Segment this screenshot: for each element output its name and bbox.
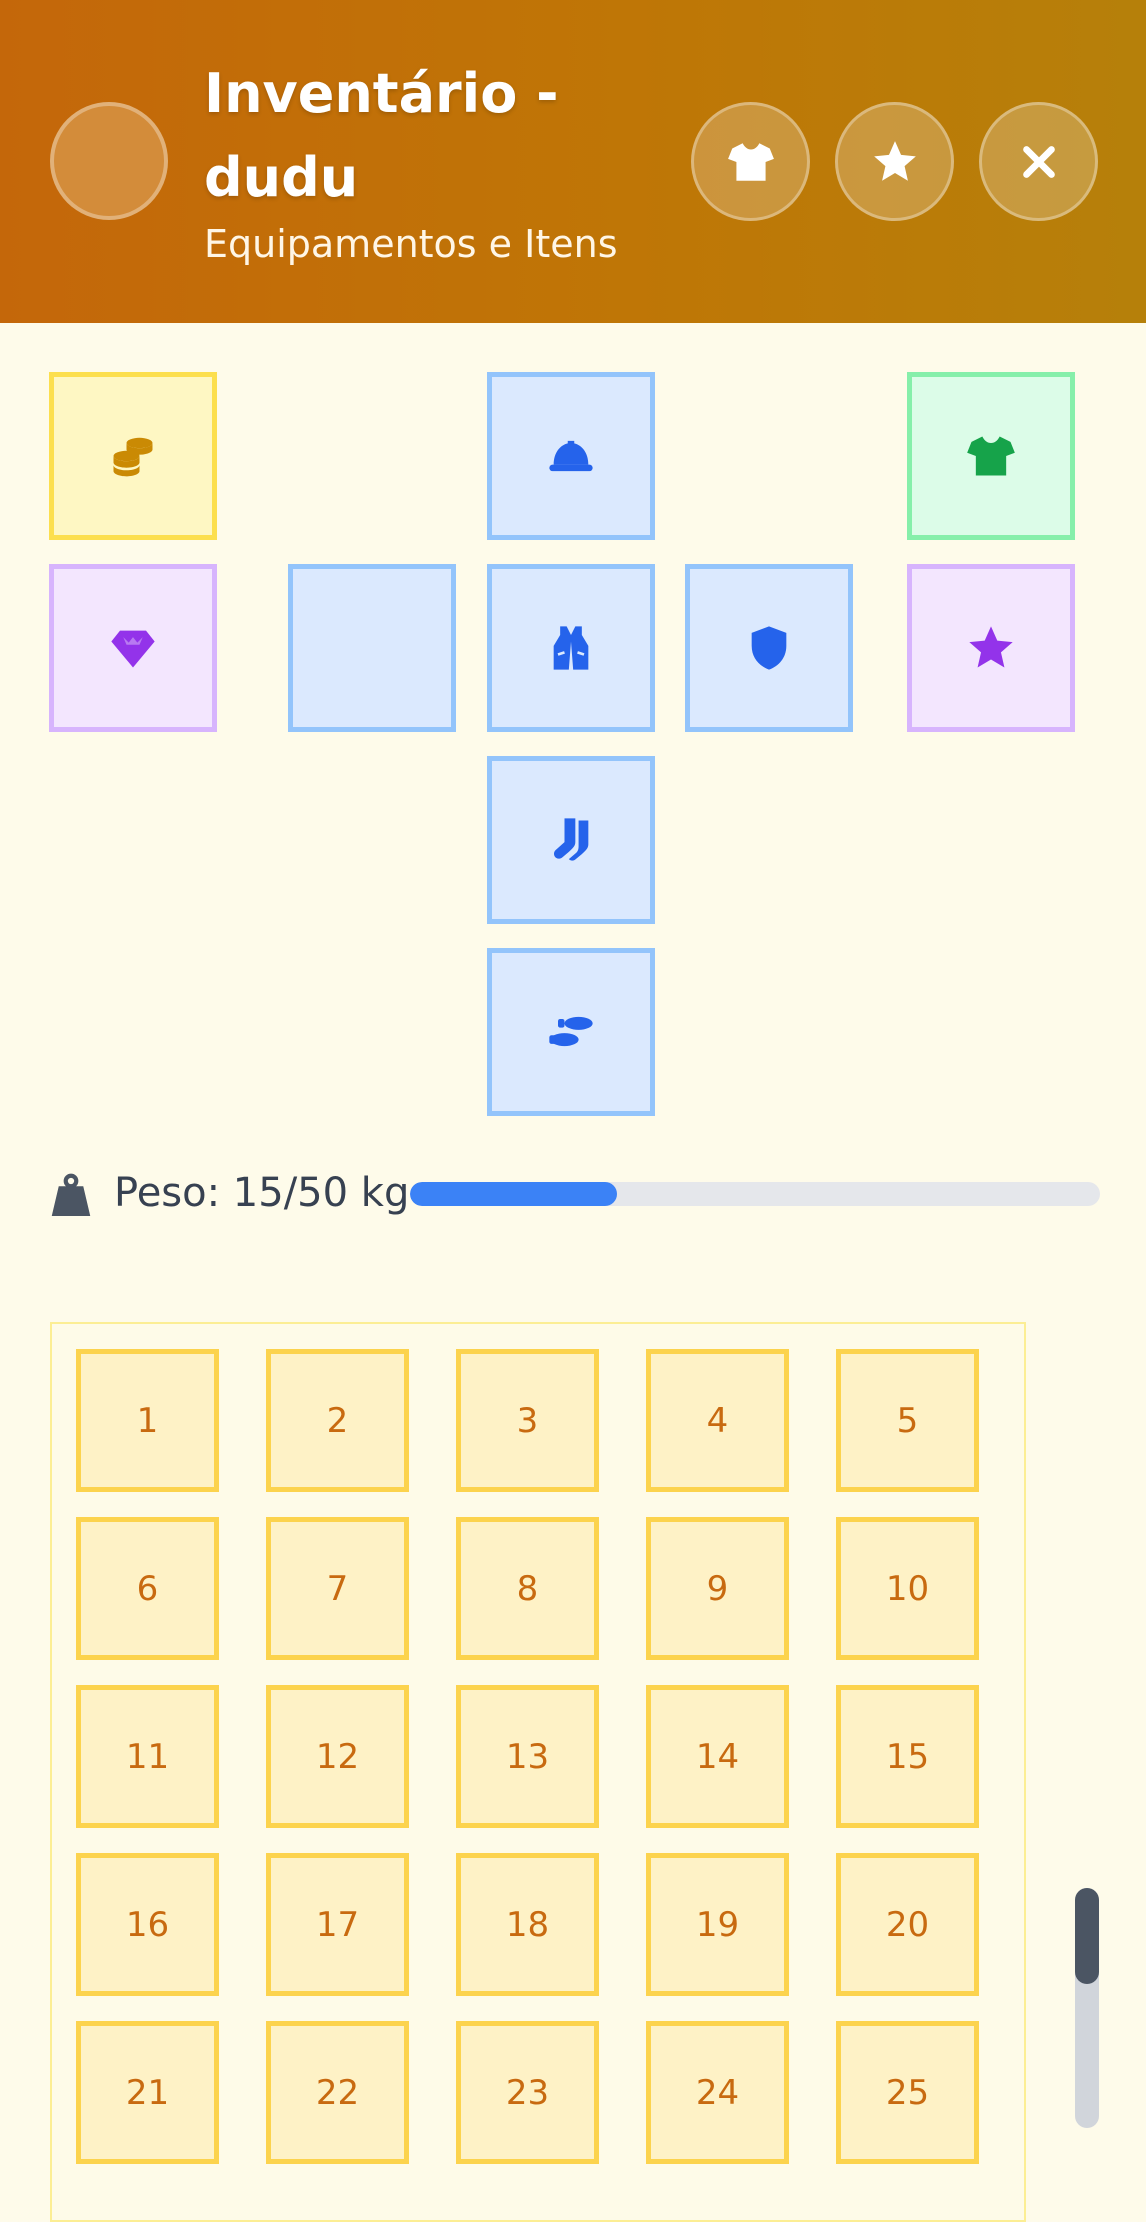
inventory-slot[interactable]: 3 bbox=[456, 1349, 599, 1492]
shoe-prints-icon bbox=[549, 1016, 593, 1047]
tshirt-icon bbox=[727, 142, 774, 181]
inventory-slot[interactable]: 7 bbox=[266, 1517, 409, 1660]
inventory-slot[interactable]: 15 bbox=[836, 1685, 979, 1828]
vest-icon bbox=[553, 626, 589, 670]
star-icon bbox=[969, 626, 1013, 668]
inventory-slot[interactable]: 5 bbox=[836, 1349, 979, 1492]
weight-icon bbox=[50, 1172, 92, 1218]
inventory-slot[interactable]: 23 bbox=[456, 2021, 599, 2164]
left-hand-slot[interactable] bbox=[288, 564, 456, 732]
inventory-slot[interactable]: 9 bbox=[646, 1517, 789, 1660]
gem-icon bbox=[111, 630, 155, 668]
shirt-slot[interactable] bbox=[907, 372, 1075, 540]
money-slot[interactable] bbox=[49, 372, 217, 540]
gem-slot[interactable] bbox=[49, 564, 217, 732]
inventory-slot[interactable]: 8 bbox=[456, 1517, 599, 1660]
socks-icon bbox=[554, 818, 589, 861]
shield-slot[interactable] bbox=[685, 564, 853, 732]
inventory-slot[interactable]: 19 bbox=[646, 1853, 789, 1996]
close-icon bbox=[1022, 145, 1055, 178]
avatar bbox=[50, 102, 168, 220]
inventory-slot[interactable]: 25 bbox=[836, 2021, 979, 2164]
outfit-button[interactable] bbox=[691, 102, 810, 221]
page-title: Inventário - dudu bbox=[204, 62, 559, 209]
inventory-slot[interactable]: 21 bbox=[76, 2021, 219, 2164]
hard-hat-icon bbox=[549, 440, 593, 472]
inventory-slot[interactable]: 4 bbox=[646, 1349, 789, 1492]
inventory-slot[interactable]: 20 bbox=[836, 1853, 979, 1996]
inventory-slot[interactable]: 12 bbox=[266, 1685, 409, 1828]
inventory-slot[interactable]: 17 bbox=[266, 1853, 409, 1996]
inventory-slot[interactable]: 16 bbox=[76, 1853, 219, 1996]
weight-progress-fill bbox=[410, 1182, 617, 1206]
shoes-slot[interactable] bbox=[487, 948, 655, 1116]
vest-slot[interactable] bbox=[487, 564, 655, 732]
favorites-button[interactable] bbox=[835, 102, 954, 221]
coins-icon bbox=[113, 437, 153, 477]
special-slot[interactable] bbox=[907, 564, 1075, 732]
inventory-slot[interactable]: 18 bbox=[456, 1853, 599, 1996]
shield-icon bbox=[751, 626, 787, 670]
star-icon bbox=[873, 140, 916, 181]
inventory-slot[interactable]: 13 bbox=[456, 1685, 599, 1828]
inventory-slot[interactable]: 2 bbox=[266, 1349, 409, 1492]
inventory-slot[interactable]: 10 bbox=[836, 1517, 979, 1660]
tshirt-icon bbox=[967, 436, 1015, 476]
inventory-slot[interactable]: 1 bbox=[76, 1349, 219, 1492]
socks-slot[interactable] bbox=[487, 756, 655, 924]
weight-label: Peso: 15/50 kg bbox=[114, 1170, 410, 1216]
scrollbar-thumb[interactable] bbox=[1075, 1888, 1099, 1984]
close-button[interactable] bbox=[979, 102, 1098, 221]
inventory-slot[interactable]: 11 bbox=[76, 1685, 219, 1828]
helmet-slot[interactable] bbox=[487, 372, 655, 540]
inventory-slot[interactable]: 24 bbox=[646, 2021, 789, 2164]
inventory-slot[interactable]: 6 bbox=[76, 1517, 219, 1660]
weight-progress-bar bbox=[410, 1182, 1100, 1206]
inventory-slot[interactable]: 14 bbox=[646, 1685, 789, 1828]
inventory-slot[interactable]: 22 bbox=[266, 2021, 409, 2164]
page-subtitle: Equipamentos e Itens bbox=[204, 222, 618, 266]
